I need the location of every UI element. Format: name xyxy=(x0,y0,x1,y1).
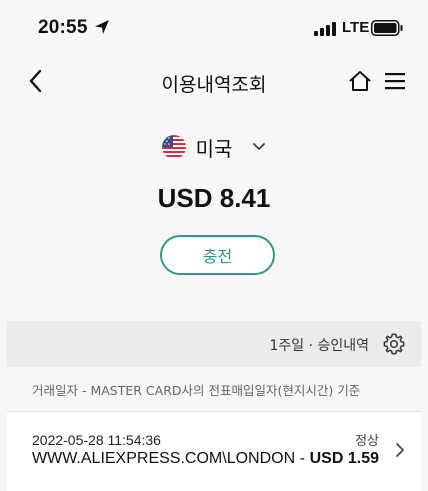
nav-bar: 이용내역조회 xyxy=(0,58,428,106)
date-basis-note: 거래일자 - MASTER CARD사의 전표매입일자(현지시간) 기준 xyxy=(32,383,361,398)
network-label: LTE xyxy=(342,19,370,36)
balance-amount: USD 8.41 xyxy=(157,183,271,213)
gear-icon[interactable] xyxy=(383,333,405,355)
signal-icon xyxy=(314,22,336,36)
charge-button-label: 충전 xyxy=(202,247,233,266)
home-icon[interactable] xyxy=(348,70,372,92)
filter-label[interactable]: 1주일 · 승인내역 xyxy=(269,335,369,355)
battery-icon xyxy=(371,20,403,36)
us-flag-icon xyxy=(161,135,186,159)
transaction-status: 정상 xyxy=(355,434,379,449)
transaction-datetime: 2022-05-28 11:54:36 xyxy=(32,432,161,448)
chevron-down-icon xyxy=(253,143,266,150)
status-bar: 20:55 LTE xyxy=(0,0,428,58)
country-name: 미국 xyxy=(195,136,233,161)
filter-bar: 1주일 · 승인내역 xyxy=(7,321,421,367)
location-arrow-icon xyxy=(95,20,109,34)
transaction-amount: USD 1.59 xyxy=(309,450,379,467)
country-selector[interactable]: 미국 xyxy=(0,130,428,164)
transaction-row[interactable]: 2022-05-28 11:54:36 정상 WWW.ALIEXPRESS.CO… xyxy=(7,412,421,491)
menu-icon[interactable] xyxy=(385,71,405,91)
transaction-merchant: WWW.ALIEXPRESS.COM\LONDON - xyxy=(32,450,305,467)
charge-button[interactable]: 충전 xyxy=(160,235,275,275)
chevron-right-icon xyxy=(396,443,404,457)
status-time: 20:55 xyxy=(38,17,88,38)
